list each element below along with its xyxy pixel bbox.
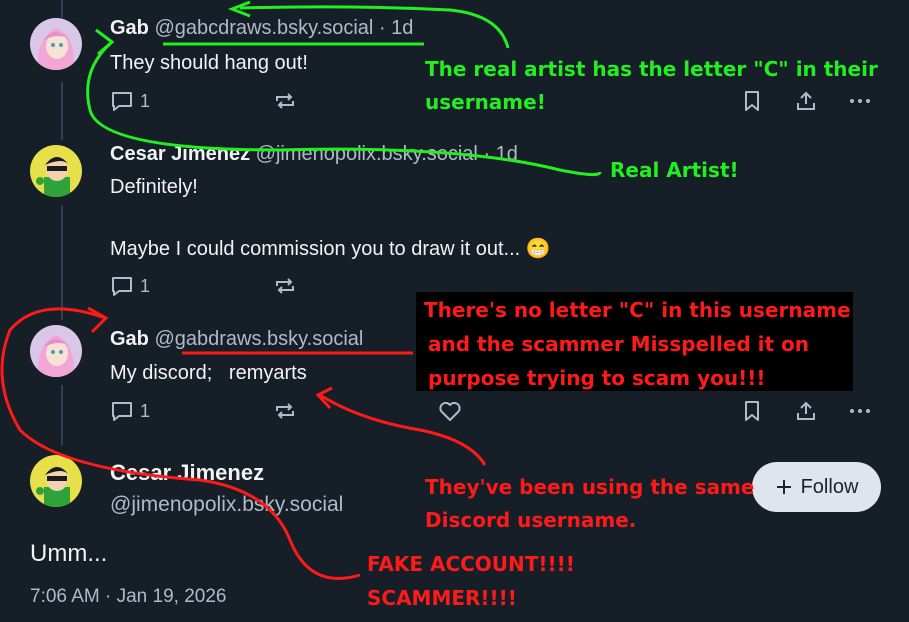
- annotation-green-3: Real Artist!: [610, 158, 739, 182]
- green-loop-arrowhead: [95, 28, 115, 56]
- annotation-red-fake-2: SCAMMER!!!!: [367, 586, 517, 610]
- red-long-arrowhead: [87, 306, 109, 334]
- red-long-curve: [0, 307, 361, 580]
- annotation-red-fake-1: FAKE ACCOUNT!!!!: [367, 552, 575, 576]
- annotation-red-box-1: There's no letter "C" in this username: [424, 298, 851, 322]
- annotation-red-box-3: purpose trying to scam you!!!: [428, 366, 766, 390]
- annotation-red-discord-1: They've been using the same: [425, 475, 755, 499]
- green-top-arrow: [239, 5, 510, 49]
- red-discord-arrow: [319, 393, 487, 466]
- annotation-green-2: username!: [425, 90, 546, 114]
- annotation-red-discord-2: Discord username.: [425, 508, 637, 532]
- annotation-red-box-2: and the scammer Misspelled it on: [428, 332, 810, 356]
- annotation-green-1: The real artist has the letter "C" in th…: [425, 57, 878, 81]
